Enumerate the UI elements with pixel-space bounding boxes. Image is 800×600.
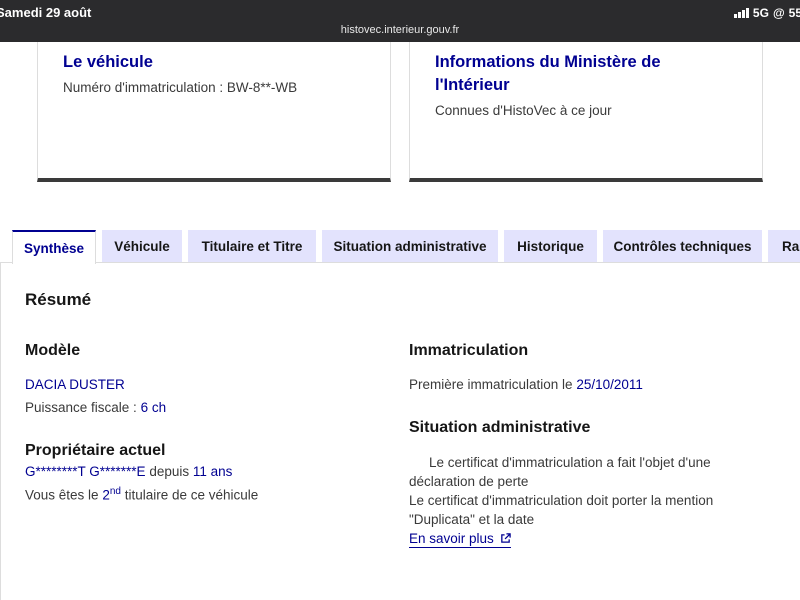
tab-rapport[interactable]: Rap <box>768 230 800 262</box>
en-savoir-plus-label: En savoir plus <box>409 531 494 546</box>
proprietaire-since-label: depuis <box>145 464 193 479</box>
resume-heading: Résumé <box>25 290 92 309</box>
ministry-card: Informations du Ministère de l'Intérieur… <box>409 42 763 182</box>
titulaire-rank: Vous êtes le 2nd titulaire de ce véhicul… <box>25 482 258 505</box>
modele-heading: Modèle <box>25 342 81 359</box>
vehicle-card: Le véhicule Numéro d'immatriculation : B… <box>37 42 391 182</box>
vehicle-card-text: Numéro d'immatriculation : BW-8**-WB <box>63 80 298 95</box>
proprietaire-name: G********T G*******E <box>25 464 146 479</box>
address-bar-url[interactable]: histovec.interieur.gouv.fr <box>0 24 800 36</box>
proprietaire-line: G********T G*******E depuis 11 ans <box>25 462 232 482</box>
rank-number: 2 <box>102 487 110 503</box>
tab-controles-techniques[interactable]: Contrôles techniques <box>603 230 762 262</box>
proprietaire-heading: Propriétaire actuel <box>25 442 166 459</box>
situation-line-2: déclaration de perte <box>409 474 529 489</box>
ministry-card-text: Connues d'HistoVec à ce jour <box>435 103 612 118</box>
situation-line-3: Le certificat d'immatriculation doit por… <box>409 493 714 508</box>
immatriculation-heading: Immatriculation <box>409 342 529 359</box>
tab-divider <box>0 262 800 263</box>
tab-titulaire-titre[interactable]: Titulaire et Titre <box>188 230 316 262</box>
puissance-fiscale: Puissance fiscale : 6 ch <box>25 398 166 418</box>
rank-suffix: nd <box>109 486 121 497</box>
rank-tail: titulaire de ce véhicule <box>120 487 259 503</box>
modele-name: DACIA DUSTER <box>25 377 125 392</box>
tab-panel-synthese <box>0 262 800 600</box>
status-date: Samedi 29 août <box>0 5 92 20</box>
rank-prefix: Vous êtes le <box>25 487 103 503</box>
ministry-card-title: Informations du Ministère de l'Intérieur <box>435 53 661 94</box>
battery-label: 55 <box>788 6 800 20</box>
tab-bar: Synthèse Véhicule Titulaire et Titre Sit… <box>0 230 800 264</box>
situation-line-4: "Duplicata" et la date <box>409 512 535 527</box>
puissance-label: Puissance fiscale : <box>25 400 141 415</box>
situation-heading: Situation administrative <box>409 419 591 436</box>
immat-date: 25/10/2011 <box>576 377 643 392</box>
situation-line-1: Le certificat d'immatriculation a fait l… <box>429 455 711 470</box>
tab-synthese[interactable]: Synthèse <box>12 230 96 264</box>
signal-icon <box>733 8 749 18</box>
status-indicators: 5G @ 55 <box>733 6 800 20</box>
premiere-immatriculation: Première immatriculation le 25/10/2011 <box>409 375 643 395</box>
immat-label: Première immatriculation le <box>409 377 577 392</box>
en-savoir-plus-link[interactable]: En savoir plus <box>409 530 511 548</box>
tab-historique[interactable]: Historique <box>504 230 597 262</box>
external-link-icon <box>500 533 511 544</box>
tab-situation-administrative[interactable]: Situation administrative <box>322 230 498 262</box>
status-bar: Samedi 29 août 5G @ 55 histovec.interieu… <box>0 0 800 42</box>
proprietaire-since-value: 11 ans <box>192 464 233 479</box>
location-icon: @ <box>772 6 785 20</box>
network-label: 5G <box>752 6 769 20</box>
tab-vehicule[interactable]: Véhicule <box>102 230 182 262</box>
puissance-value: 6 ch <box>140 400 167 415</box>
vehicle-card-title: Le véhicule <box>63 53 153 71</box>
